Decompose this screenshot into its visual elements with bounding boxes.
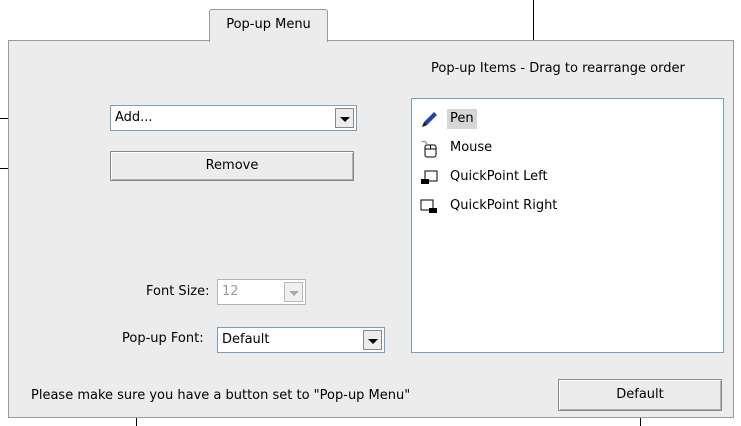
add-item-select-value: Add... bbox=[115, 110, 153, 125]
popup-font-select[interactable]: Default bbox=[217, 327, 385, 353]
chevron-down-icon[interactable] bbox=[284, 282, 303, 302]
list-item-label: QuickPoint Left bbox=[450, 169, 548, 184]
default-button[interactable]: Default bbox=[558, 379, 722, 411]
remove-button[interactable]: Remove bbox=[110, 151, 354, 181]
font-size-select[interactable]: 12 bbox=[217, 279, 306, 305]
quickpoint-right-icon bbox=[420, 198, 438, 216]
font-size-label: Font Size: bbox=[146, 284, 210, 299]
quickpoint-left-icon bbox=[420, 169, 438, 187]
chevron-down-icon[interactable] bbox=[363, 330, 382, 350]
popup-items-list[interactable]: Pen Mouse QuickPoint Left QuickPoint Rig… bbox=[411, 98, 724, 353]
chevron-down-icon[interactable] bbox=[335, 108, 354, 128]
mouse-icon bbox=[420, 140, 438, 158]
tab-popup-menu[interactable]: Pop-up Menu bbox=[209, 9, 328, 42]
list-item-label: QuickPoint Right bbox=[450, 198, 558, 213]
list-item-label: Pen bbox=[447, 109, 477, 129]
pen-icon bbox=[420, 111, 438, 129]
popup-items-heading: Pop-up Items - Drag to rearrange order bbox=[431, 61, 685, 76]
font-size-value: 12 bbox=[222, 284, 239, 299]
popup-font-label: Pop-up Font: bbox=[122, 331, 204, 346]
add-item-select[interactable]: Add... bbox=[110, 105, 357, 131]
list-item-label: Mouse bbox=[450, 140, 493, 155]
popup-menu-note: Please make sure you have a button set t… bbox=[31, 388, 411, 403]
popup-font-value: Default bbox=[222, 332, 270, 347]
